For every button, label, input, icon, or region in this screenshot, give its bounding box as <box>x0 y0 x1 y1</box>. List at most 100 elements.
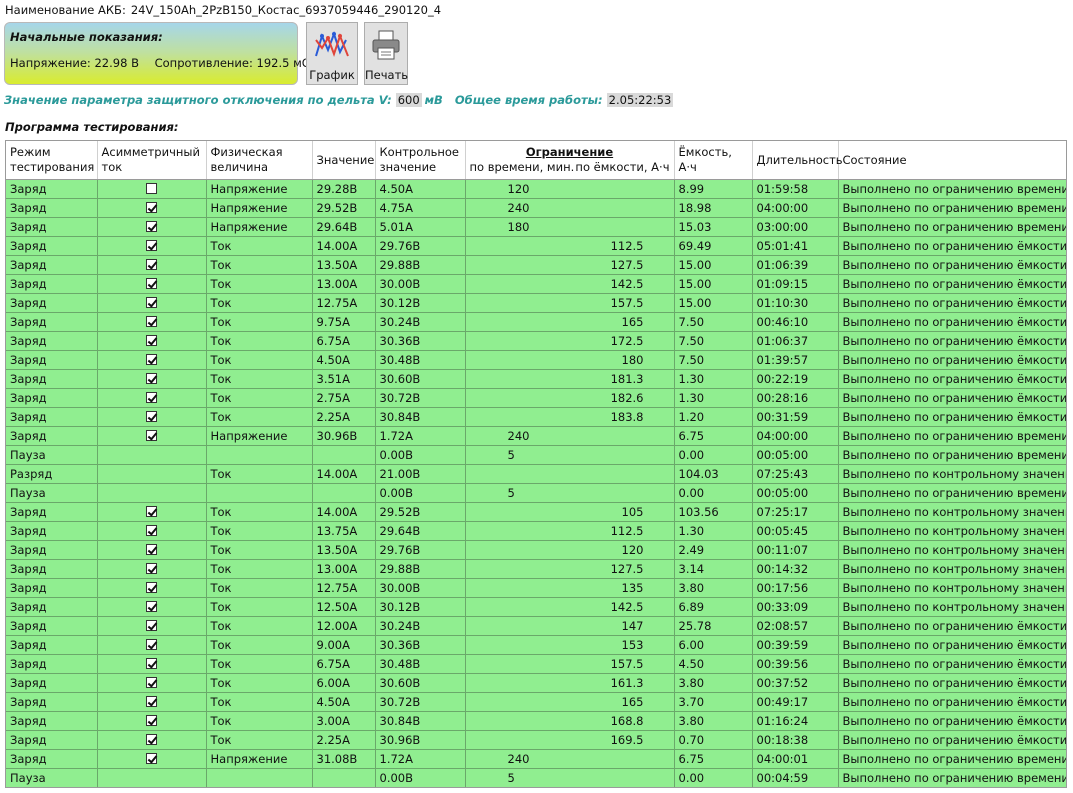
cell-duration[interactable]: 07:25:17 <box>752 502 839 522</box>
cell-value[interactable]: 12.00А <box>312 616 376 636</box>
cell-asym[interactable] <box>97 483 207 503</box>
cell-phys[interactable]: Ток <box>206 331 313 351</box>
cell-state[interactable]: Выполнено по ограничению ёмкости <box>838 692 1066 712</box>
col-asym[interactable]: Асимметричный ток <box>97 141 207 180</box>
cell-state[interactable]: Выполнено по ограничению ёмкости <box>838 312 1066 332</box>
cell-control[interactable]: 30.24В <box>375 312 466 332</box>
cell-value[interactable]: 2.25А <box>312 407 376 427</box>
cell-phys[interactable]: Ток <box>206 407 313 427</box>
cell-limit[interactable]: 5 <box>465 483 675 503</box>
cell-phys[interactable]: Ток <box>206 616 313 636</box>
cell-asym[interactable] <box>97 217 207 237</box>
cell-duration[interactable]: 00:05:00 <box>752 445 839 465</box>
cell-value[interactable]: 9.00А <box>312 635 376 655</box>
col-state[interactable]: Состояние <box>838 141 1066 180</box>
cell-phys[interactable]: Ток <box>206 730 313 750</box>
cell-value[interactable]: 6.75А <box>312 331 376 351</box>
cell-duration[interactable]: 00:11:07 <box>752 540 839 560</box>
cell-asym[interactable] <box>97 198 207 218</box>
cell-phys[interactable]: Ток <box>206 369 313 389</box>
cell-limit[interactable]: 182.6 <box>465 388 675 408</box>
cell-limit[interactable]: 127.5 <box>465 255 675 275</box>
cell-phys[interactable]: Ток <box>206 654 313 674</box>
cell-value[interactable] <box>312 483 376 503</box>
cell-duration[interactable]: 00:18:38 <box>752 730 839 750</box>
cell-asym[interactable] <box>97 578 207 598</box>
table-row[interactable]: Заряд Напряжение 29.52В 4.75А 240 18.98 04:00:… <box>6 198 1066 218</box>
cell-asym[interactable] <box>97 236 207 256</box>
cell-asym[interactable] <box>97 673 207 693</box>
cell-duration[interactable]: 01:06:39 <box>752 255 839 275</box>
cell-phys[interactable]: Ток <box>206 673 313 693</box>
cell-limit[interactable]: 180 <box>465 350 675 370</box>
cell-asym[interactable] <box>97 407 207 427</box>
cell-duration[interactable]: 03:00:00 <box>752 217 839 237</box>
cell-duration[interactable]: 07:25:43 <box>752 464 839 484</box>
cell-asym[interactable] <box>97 274 207 294</box>
asym-checkbox[interactable] <box>146 411 157 422</box>
cell-value[interactable]: 29.52В <box>312 198 376 218</box>
cell-limit[interactable]: 142.5 <box>465 597 675 617</box>
cell-phys[interactable]: Напряжение <box>206 217 313 237</box>
cell-state[interactable]: Выполнено по ограничению ёмкости <box>838 369 1066 389</box>
cell-value[interactable] <box>312 445 376 465</box>
cell-value[interactable]: 13.50А <box>312 255 376 275</box>
cell-phys[interactable]: Ток <box>206 388 313 408</box>
cell-phys[interactable]: Напряжение <box>206 198 313 218</box>
cell-capacity[interactable]: 15.03 <box>674 217 753 237</box>
cell-value[interactable]: 29.64В <box>312 217 376 237</box>
col-mode[interactable]: Режим тестирования <box>6 141 98 180</box>
cell-control[interactable]: 29.88В <box>375 255 466 275</box>
asym-checkbox[interactable] <box>146 639 157 650</box>
cell-capacity[interactable]: 69.49 <box>674 236 753 256</box>
cell-control[interactable]: 29.88В <box>375 559 466 579</box>
cell-control[interactable]: 29.76В <box>375 540 466 560</box>
cell-duration[interactable]: 01:06:37 <box>752 331 839 351</box>
cell-asym[interactable] <box>97 293 207 313</box>
cell-duration[interactable]: 01:59:58 <box>752 179 839 199</box>
table-row[interactable]: Заряд Ток 6.75А 30.48В 157.5 4.50 00:39:56 Выпо… <box>6 654 1066 674</box>
cell-mode[interactable]: Заряд <box>6 331 98 351</box>
table-row[interactable]: Заряд Ток 2.25А 30.84В 183.8 1.20 00:31:59 Выпо… <box>6 407 1066 427</box>
cell-limit[interactable]: 181.3 <box>465 369 675 389</box>
col-limit[interactable]: Ограничение по времени, мин. по ёмкости,… <box>465 141 675 180</box>
col-capacity[interactable]: Ёмкость, А·ч <box>674 141 753 180</box>
cell-mode[interactable]: Разряд <box>6 464 98 484</box>
cell-asym[interactable] <box>97 464 207 484</box>
cell-limit[interactable]: 147 <box>465 616 675 636</box>
asym-checkbox[interactable] <box>146 392 157 403</box>
asym-checkbox[interactable] <box>146 563 157 574</box>
cell-mode[interactable]: Заряд <box>6 502 98 522</box>
cell-state[interactable]: Выполнено по ограничению ёмкости <box>838 350 1066 370</box>
cell-capacity[interactable]: 3.70 <box>674 692 753 712</box>
asym-checkbox[interactable] <box>146 316 157 327</box>
asym-checkbox[interactable] <box>146 525 157 536</box>
cell-value[interactable]: 29.28В <box>312 179 376 199</box>
cell-duration[interactable]: 00:28:16 <box>752 388 839 408</box>
table-row[interactable]: Пауза 0.00В 5 0.00 00:05:00 Выполнено по огра… <box>6 483 1066 503</box>
cell-asym[interactable] <box>97 654 207 674</box>
cell-value[interactable]: 12.75А <box>312 293 376 313</box>
cell-asym[interactable] <box>97 540 207 560</box>
cell-mode[interactable]: Заряд <box>6 198 98 218</box>
cell-value[interactable]: 13.50А <box>312 540 376 560</box>
cell-control[interactable]: 29.52В <box>375 502 466 522</box>
cell-limit[interactable]: 161.3 <box>465 673 675 693</box>
cell-asym[interactable] <box>97 179 207 199</box>
cell-capacity[interactable]: 15.00 <box>674 293 753 313</box>
cell-duration[interactable]: 01:10:30 <box>752 293 839 313</box>
cell-mode[interactable]: Заряд <box>6 217 98 237</box>
cell-duration[interactable]: 00:33:09 <box>752 597 839 617</box>
cell-phys[interactable]: Ток <box>206 236 313 256</box>
cell-mode[interactable]: Заряд <box>6 521 98 541</box>
cell-asym[interactable] <box>97 730 207 750</box>
cell-phys[interactable]: Ток <box>206 350 313 370</box>
cell-capacity[interactable]: 103.56 <box>674 502 753 522</box>
table-row[interactable]: Заряд Ток 9.00А 30.36В 153 6.00 00:39:59 Выполн… <box>6 635 1066 655</box>
cell-phys[interactable]: Напряжение <box>206 749 313 769</box>
cell-duration[interactable]: 00:22:19 <box>752 369 839 389</box>
cell-limit[interactable]: 120 <box>465 179 675 199</box>
cell-phys[interactable]: Ток <box>206 293 313 313</box>
cell-phys[interactable]: Ток <box>206 692 313 712</box>
cell-phys[interactable]: Ток <box>206 559 313 579</box>
